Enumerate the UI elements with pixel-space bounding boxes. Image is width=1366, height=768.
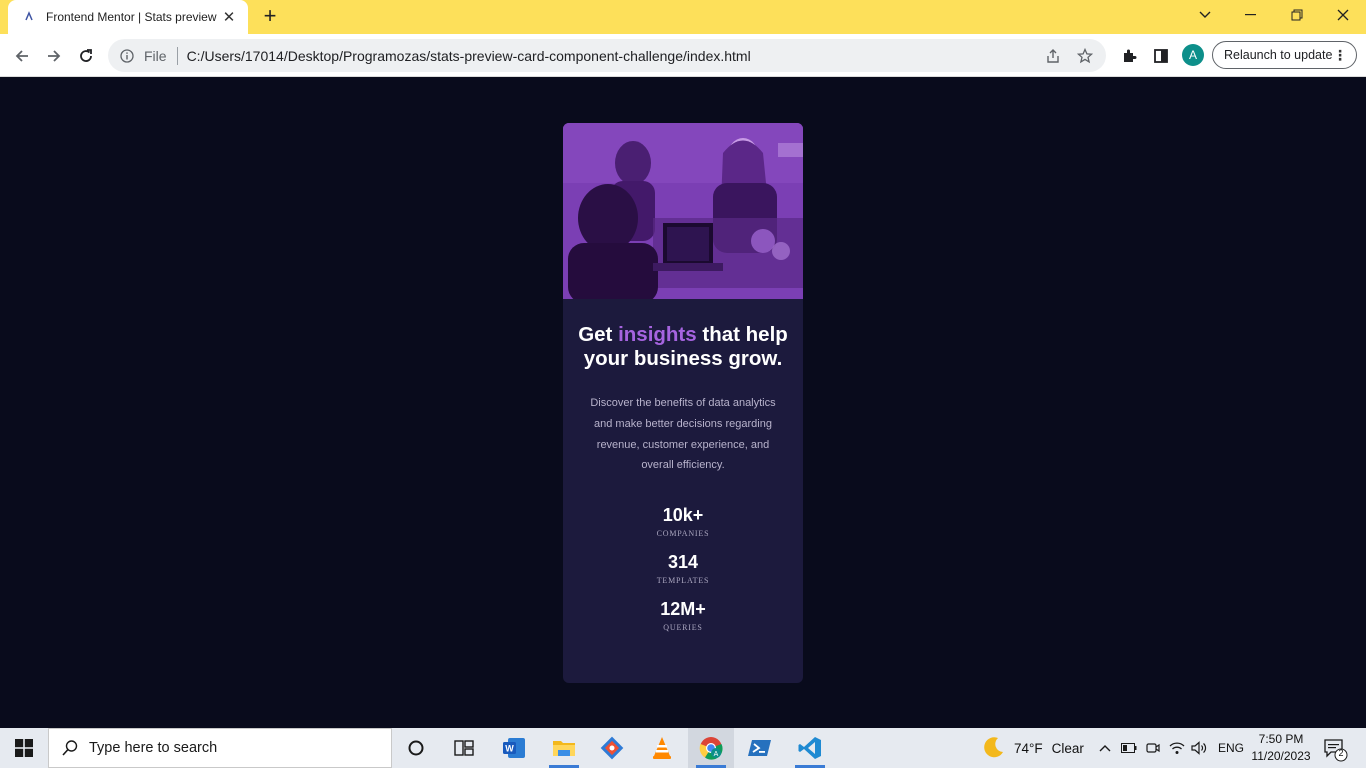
powershell-icon[interactable] (737, 728, 783, 768)
stat-label: COMPANIES (656, 529, 710, 539)
headline-start: Get (578, 323, 619, 346)
stat-queries: 12M+ QUERIES (563, 598, 803, 632)
taskbar-search-input[interactable]: Type here to search (48, 728, 392, 768)
git-icon[interactable] (589, 728, 635, 768)
share-icon[interactable] (1042, 45, 1064, 67)
moon-icon (982, 735, 1006, 762)
search-placeholder: Type here to search (89, 740, 218, 756)
notification-center-icon[interactable]: 2 (1322, 736, 1348, 762)
back-icon[interactable] (8, 42, 36, 70)
windows-taskbar: Type here to search W A 74°F Clear ENG 7… (0, 728, 1366, 768)
site-info-icon[interactable] (118, 47, 136, 65)
chrome-icon[interactable]: A (688, 728, 734, 768)
tab-search-icon[interactable] (1182, 0, 1228, 30)
tab-strip: Frontend Mentor | Stats preview card com… (0, 0, 1366, 34)
system-clock[interactable]: 7:50 PM 11/20/2023 (1246, 731, 1316, 765)
battery-icon[interactable] (1119, 738, 1139, 758)
stat-companies: 10k+ COMPANIES (563, 504, 803, 538)
stat-value: 314 (667, 552, 699, 573)
close-icon[interactable] (1320, 0, 1366, 30)
chevron-up-icon[interactable] (1095, 738, 1115, 758)
bookmark-star-icon[interactable] (1074, 45, 1096, 67)
weather-condition: Clear (1051, 740, 1084, 756)
stat-value: 12M+ (660, 599, 706, 620)
stat-value: 10k+ (662, 505, 704, 526)
browser-toolbar: File C:/Users/17014/Desktop/Programozas/… (0, 34, 1366, 77)
address-bar[interactable]: File C:/Users/17014/Desktop/Programozas/… (108, 39, 1106, 72)
meet-now-icon[interactable] (1143, 738, 1163, 758)
office-photo-image (563, 123, 803, 299)
reload-icon[interactable] (72, 42, 100, 70)
stat-templates: 314 TEMPLATES (563, 551, 803, 585)
minimize-icon[interactable] (1228, 0, 1274, 30)
card-description: Discover the benefits of data analytics … (590, 397, 776, 472)
volume-icon[interactable] (1189, 738, 1209, 758)
svg-text:A: A (714, 751, 719, 758)
svg-text:W: W (505, 744, 514, 754)
vlc-icon[interactable] (639, 728, 685, 768)
stats-list: 10k+ COMPANIES 314 TEMPLATES 12M+ QUERIE… (563, 504, 803, 632)
menu-dots-icon: ⋮ (1333, 47, 1347, 63)
task-view-icon[interactable] (441, 728, 487, 768)
headline-accent: insights (618, 323, 697, 346)
browser-tab[interactable]: Frontend Mentor | Stats preview card com… (8, 0, 248, 34)
vscode-icon[interactable] (787, 728, 833, 768)
weather-widget[interactable]: 74°F Clear (982, 728, 1084, 768)
url-text[interactable]: C:/Users/17014/Desktop/Programozas/stats… (187, 48, 1032, 64)
notification-count: 2 (1338, 748, 1344, 758)
file-explorer-icon[interactable] (541, 728, 587, 768)
language-indicator[interactable]: ENG (1218, 728, 1244, 768)
side-panel-icon[interactable] (1149, 44, 1173, 68)
cortana-icon[interactable] (393, 728, 439, 768)
word-icon[interactable]: W (491, 728, 537, 768)
divider (176, 46, 178, 65)
weather-temp: 74°F (1014, 740, 1043, 756)
windows-start-icon[interactable] (0, 728, 48, 768)
tab-title: Frontend Mentor | Stats preview card com… (46, 10, 220, 24)
tab-close-icon[interactable]: ✕ (220, 8, 238, 26)
page-viewport: Get insights that help your business gro… (0, 78, 1366, 728)
clock-date: 11/20/2023 (1251, 749, 1311, 763)
relaunch-button[interactable]: Relaunch to update ⋮ (1212, 41, 1357, 69)
wifi-icon[interactable] (1167, 738, 1187, 758)
new-tab-button[interactable]: + (258, 5, 282, 29)
frontend-mentor-favicon-icon (22, 10, 36, 24)
scheme-label: File (144, 47, 167, 64)
forward-icon[interactable] (40, 42, 68, 70)
card-headline: Get insights that help your business gro… (563, 323, 803, 371)
relaunch-label: Relaunch to update (1224, 48, 1333, 62)
stat-label: QUERIES (663, 623, 703, 633)
clock-time: 7:50 PM (1258, 732, 1304, 746)
stats-preview-card: Get insights that help your business gro… (563, 123, 803, 683)
stat-label: TEMPLATES (656, 576, 710, 586)
profile-avatar[interactable]: A (1182, 44, 1204, 66)
extensions-icon[interactable] (1117, 44, 1141, 68)
restore-icon[interactable] (1274, 0, 1320, 30)
search-icon (62, 740, 78, 756)
